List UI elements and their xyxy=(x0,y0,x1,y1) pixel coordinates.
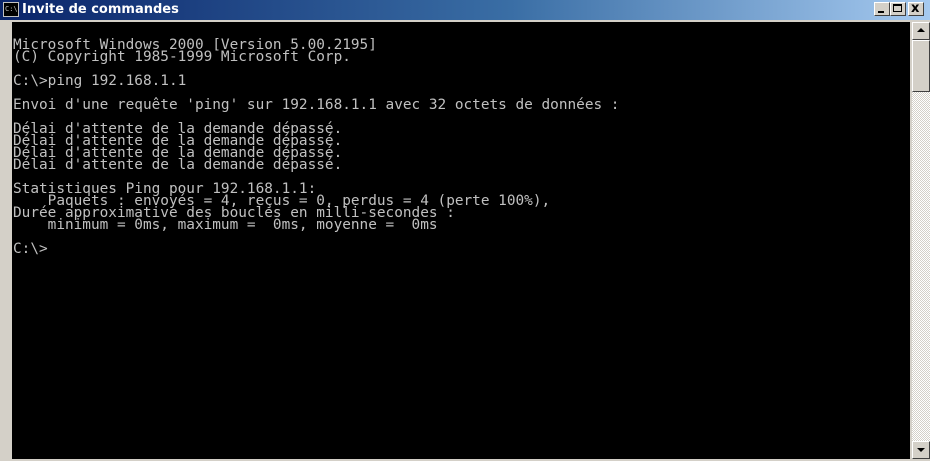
console-line: Délai d'attente de la demande dépassé. xyxy=(13,157,343,173)
scroll-down-button[interactable] xyxy=(912,441,930,459)
minimize-button[interactable] xyxy=(874,2,890,16)
vertical-scrollbar[interactable] xyxy=(912,22,930,459)
close-icon: x xyxy=(911,1,920,16)
close-button[interactable]: x xyxy=(908,1,924,16)
maximize-icon xyxy=(893,4,902,12)
console-line: C:\>ping 192.168.1.1 xyxy=(13,73,187,89)
cmd-icon[interactable]: C:\ xyxy=(3,2,19,17)
title-bar[interactable]: C:\ Invite de commandes x xyxy=(0,0,930,20)
cmd-window: C:\ Invite de commandes x Microsoft Wind… xyxy=(0,0,930,461)
minimize-icon xyxy=(878,11,884,13)
window-title: Invite de commandes xyxy=(22,2,179,17)
maximize-button[interactable] xyxy=(890,2,906,16)
console-line: (C) Copyright 1985-1999 Microsoft Corp. xyxy=(13,49,351,65)
console-line: Envoi d'une requête 'ping' sur 192.168.1… xyxy=(13,97,620,113)
scroll-up-button[interactable] xyxy=(912,22,930,40)
console-line: C:\> xyxy=(13,241,48,257)
scroll-thumb[interactable] xyxy=(912,40,930,92)
scroll-up-arrow-icon xyxy=(917,28,925,32)
scroll-down-arrow-icon xyxy=(917,448,925,452)
console-output[interactable]: Microsoft Windows 2000 [Version 5.00.219… xyxy=(12,22,910,459)
console-line: minimum = 0ms, maximum = 0ms, moyenne = … xyxy=(13,217,438,233)
